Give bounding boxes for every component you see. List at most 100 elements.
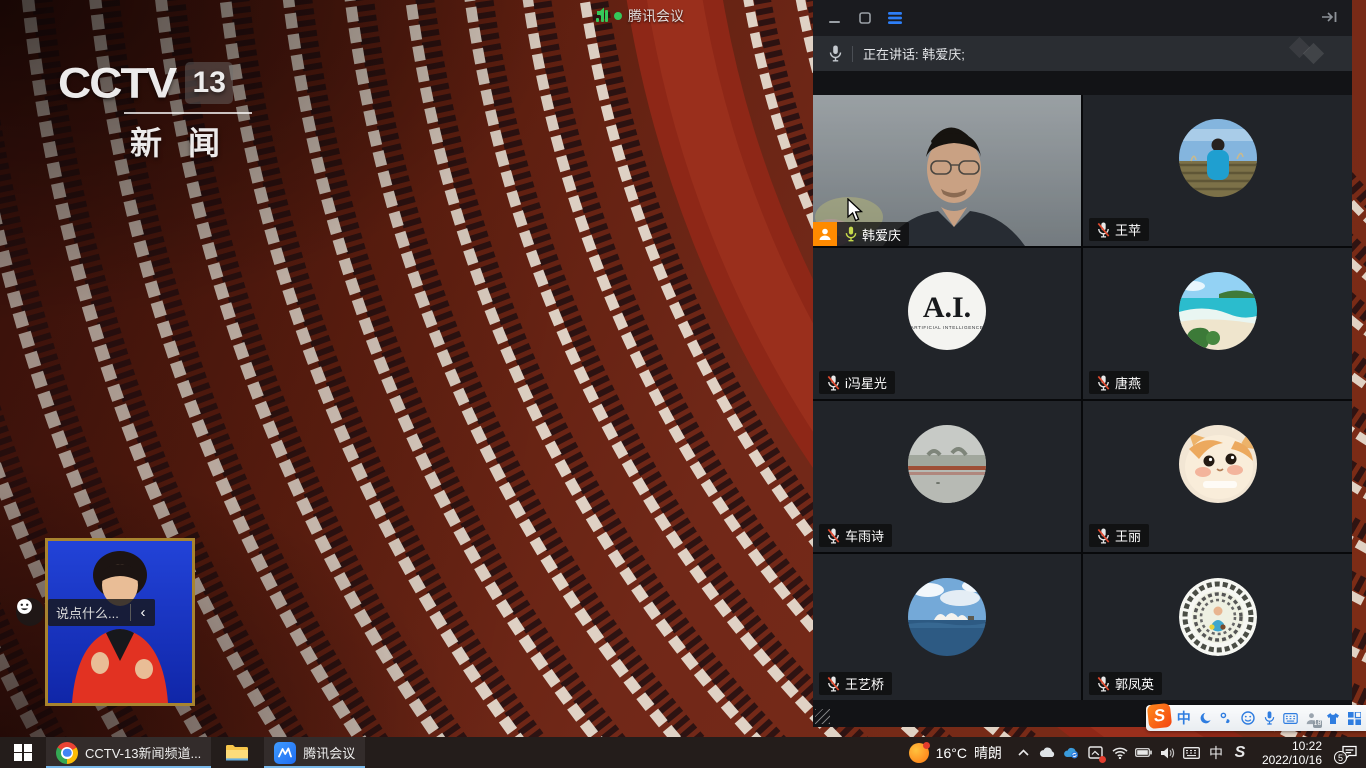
recording-dot-icon (614, 12, 622, 20)
mic-muted-icon (1097, 375, 1110, 391)
punctuation-mode-icon[interactable] (1218, 707, 1235, 729)
touch-keyboard-icon[interactable] (1180, 737, 1204, 768)
collapse-arrow-button[interactable]: ‹ (131, 604, 155, 621)
participant-name: 王苹 (1115, 220, 1141, 239)
sync-cloud-icon[interactable] (1060, 737, 1084, 768)
participant-name-tag: 韩爱庆 (837, 222, 909, 246)
taskbar-clock[interactable]: 10:22 2022/10/16 (1252, 737, 1332, 768)
avatar (1179, 578, 1257, 656)
window-resize-handle[interactable] (815, 709, 830, 724)
participant-name-tag: 唐燕 (1089, 371, 1149, 394)
toolbox-icon[interactable] (1346, 707, 1363, 729)
participant-tile[interactable]: 王苹 (1083, 95, 1352, 246)
participant-tile[interactable]: 车雨诗 (813, 401, 1081, 552)
comment-input-bar[interactable]: 说点什么... ‹ (48, 599, 155, 626)
mic-muted-icon (1097, 528, 1110, 544)
ime-language-indicator[interactable]: 中 (1204, 737, 1228, 768)
participant-name: 王丽 (1115, 526, 1141, 545)
volume-icon[interactable] (1156, 737, 1180, 768)
weather-desc: 晴朗 (974, 743, 1002, 763)
screen-capture-icon[interactable] (1084, 737, 1108, 768)
chrome-icon (56, 742, 78, 764)
moon-halfwidth-icon[interactable] (1196, 707, 1213, 729)
onedrive-cloud-icon[interactable] (1036, 737, 1060, 768)
ai-logo-caption: ARTIFICIAL INTELLIGENCE (911, 325, 984, 330)
taskbar-tray: 16°C 晴朗 (899, 737, 1366, 768)
participant-tile[interactable]: 唐燕 (1083, 248, 1352, 399)
share-indicator-label: 腾讯会议 (628, 6, 684, 26)
mic-muted-icon (1097, 676, 1110, 692)
clock-time: 10:22 (1292, 739, 1322, 753)
clock-date: 2022/10/16 (1262, 753, 1322, 767)
desktop-screen: CCTV 13 新闻 腾讯会议 (0, 0, 1366, 768)
cctv-watermark: CCTV 13 新闻 (58, 56, 252, 164)
file-explorer-icon (225, 743, 248, 762)
skin-icon[interactable] (1324, 707, 1341, 729)
avatar (1179, 119, 1257, 197)
taskbar-app-label: 腾讯会议 (303, 743, 355, 762)
minimize-button[interactable] (827, 10, 843, 26)
start-button[interactable] (0, 737, 46, 768)
participant-tile[interactable]: 王丽 (1083, 401, 1352, 552)
maximize-button[interactable] (857, 10, 873, 26)
taskbar-app-explorer[interactable] (215, 737, 258, 768)
weather-temp: 16°C (936, 745, 967, 761)
emoji-picker-icon[interactable] (1239, 707, 1256, 729)
participant-name-tag: 王丽 (1089, 524, 1149, 547)
wifi-icon[interactable] (1108, 737, 1132, 768)
mic-muted-icon (827, 375, 840, 391)
tray-expand-chevron[interactable] (1012, 737, 1036, 768)
avatar (1179, 425, 1257, 503)
taskbar-app-tencent-meeting[interactable]: 腾讯会议 (264, 737, 365, 768)
participant-name-tag: 王艺桥 (819, 672, 892, 695)
ai-logo-text: A.I. (923, 293, 971, 323)
action-center-button[interactable]: 5 (1332, 737, 1366, 768)
speakbar-divider (852, 46, 853, 62)
avatar (908, 578, 986, 656)
participant-name: 车雨诗 (845, 526, 884, 545)
teen-mode-icon[interactable]: 18 (1303, 707, 1320, 729)
windows-taskbar: CCTV-13新闻频道... 腾讯会议 16°C 晴朗 (0, 737, 1366, 768)
mic-active-icon (845, 226, 857, 242)
ime-chinese-mode[interactable]: 中 (1175, 707, 1192, 729)
speaking-status-text: 正在讲话: 韩爱庆; (863, 44, 965, 63)
comment-placeholder[interactable]: 说点什么... (48, 603, 130, 622)
participant-tile[interactable]: 郭凤英 (1083, 554, 1352, 700)
speaker-icon (596, 6, 611, 20)
voice-input-icon[interactable] (1260, 707, 1277, 729)
windows-logo-icon (14, 744, 32, 762)
smiley-icon (16, 598, 33, 615)
weather-widget[interactable]: 16°C 晴朗 (899, 737, 1012, 768)
participant-name-tag: 车雨诗 (819, 524, 892, 547)
cctv-channel-number: 13 (185, 62, 233, 104)
layout-menu-button[interactable] (887, 10, 903, 26)
soft-keyboard-icon[interactable] (1282, 707, 1299, 729)
meeting-titlebar (813, 0, 1352, 36)
avatar (908, 425, 986, 503)
speaking-status-bar: 正在讲话: 韩爱庆; (813, 36, 1352, 71)
cctv-logo-text: CCTV (58, 58, 175, 108)
emoji-button[interactable] (16, 598, 44, 626)
system-tray: 中 S (1012, 737, 1252, 768)
participant-tile[interactable]: A.I. ARTIFICIAL INTELLIGENCE i冯星光 (813, 248, 1081, 399)
meeting-window: 正在讲话: 韩爱庆; (813, 0, 1352, 727)
taskbar-app-label: CCTV-13新闻频道... (85, 743, 201, 762)
mic-icon (829, 45, 842, 62)
avatar (1179, 272, 1257, 350)
sogou-tray-icon[interactable]: S (1228, 737, 1252, 768)
screenshare-indicator: 腾讯会议 (596, 6, 684, 26)
participant-tile[interactable]: 王艺桥 (813, 554, 1081, 700)
recording-badge (1099, 756, 1106, 763)
sogou-ime-bar[interactable]: S 中 18 (1146, 705, 1366, 731)
participant-name: 郭凤英 (1115, 674, 1154, 693)
mic-muted-icon (827, 528, 840, 544)
taskbar-app-chrome[interactable]: CCTV-13新闻频道... (46, 737, 211, 768)
participant-tile-video[interactable]: 韩爱庆 (813, 95, 1081, 246)
layout-list-icon (888, 12, 902, 24)
host-badge (813, 222, 837, 246)
exit-fullscreen-icon (1320, 10, 1338, 24)
participant-name: 韩爱庆 (862, 225, 901, 244)
exit-fullscreen-button[interactable] (1320, 10, 1338, 24)
battery-icon[interactable] (1132, 737, 1156, 768)
sogou-logo-icon[interactable]: S (1147, 703, 1172, 729)
